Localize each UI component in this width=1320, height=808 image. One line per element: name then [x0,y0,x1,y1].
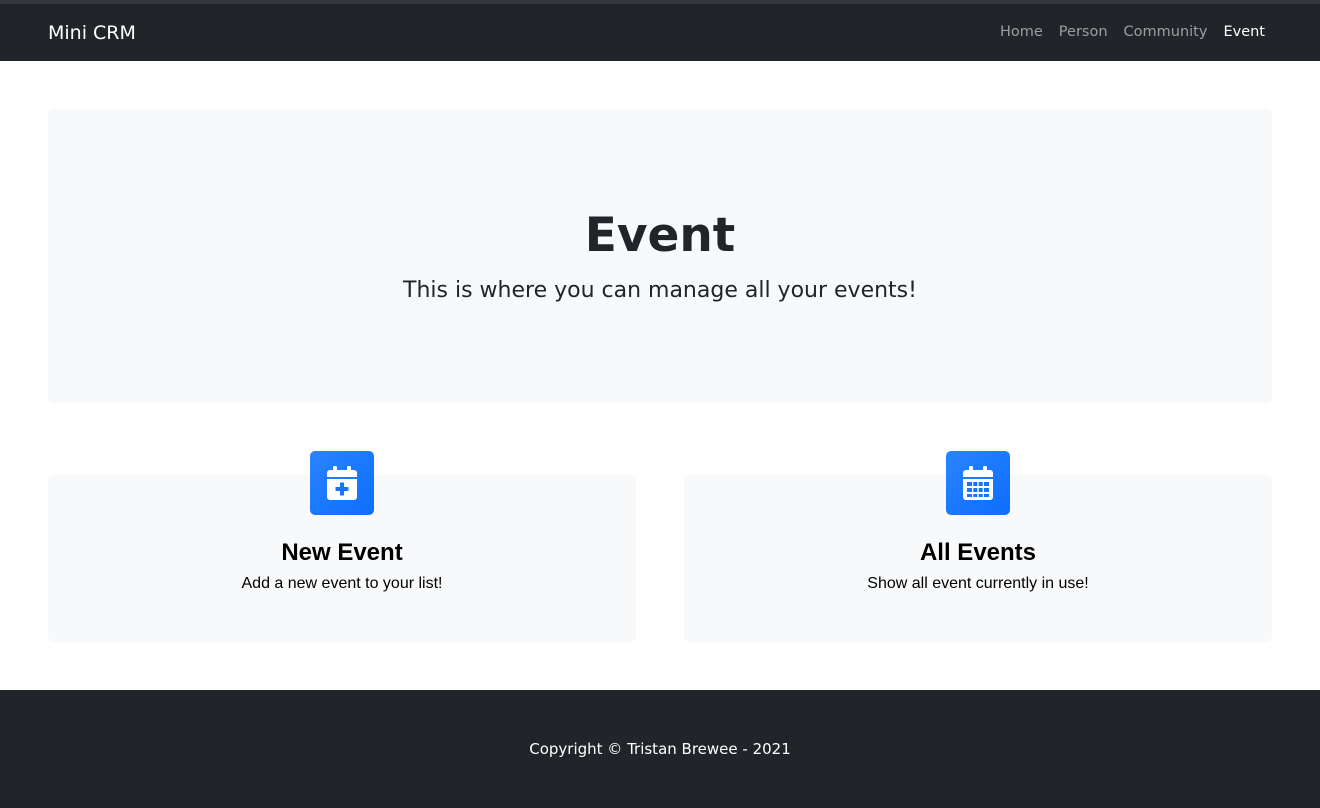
nav-link-event[interactable]: Event [1223,24,1265,40]
calendar-grid-icon [946,451,1010,515]
hero-banner: Event This is where you can manage all y… [48,109,1272,403]
page-footer: Copyright © Tristan Brewee - 2021 [0,690,1320,808]
nav-link-person[interactable]: Person [1059,24,1108,40]
all-events-title: All Events [919,539,1037,566]
all-events-description: Show all event currently in use! [867,575,1089,592]
copyright-text: Copyright © Tristan Brewee - 2021 [529,740,791,758]
page-subtitle: This is where you can manage all your ev… [403,278,917,303]
new-event-card[interactable]: New Event Add a new event to your list! [48,451,636,642]
nav-links: Home Person Community Event [1000,24,1265,40]
new-event-description: Add a new event to your list! [241,575,443,592]
calendar-plus-icon [310,451,374,515]
page-title: Event [584,208,736,263]
nav-link-home[interactable]: Home [1000,24,1043,40]
top-navbar: Mini CRM Home Person Community Event [0,0,1320,61]
brand-link[interactable]: Mini CRM [48,22,136,44]
all-events-card[interactable]: All Events Show all event currently in u… [684,451,1272,642]
new-event-title: New Event [281,539,403,566]
nav-link-community[interactable]: Community [1124,24,1208,40]
